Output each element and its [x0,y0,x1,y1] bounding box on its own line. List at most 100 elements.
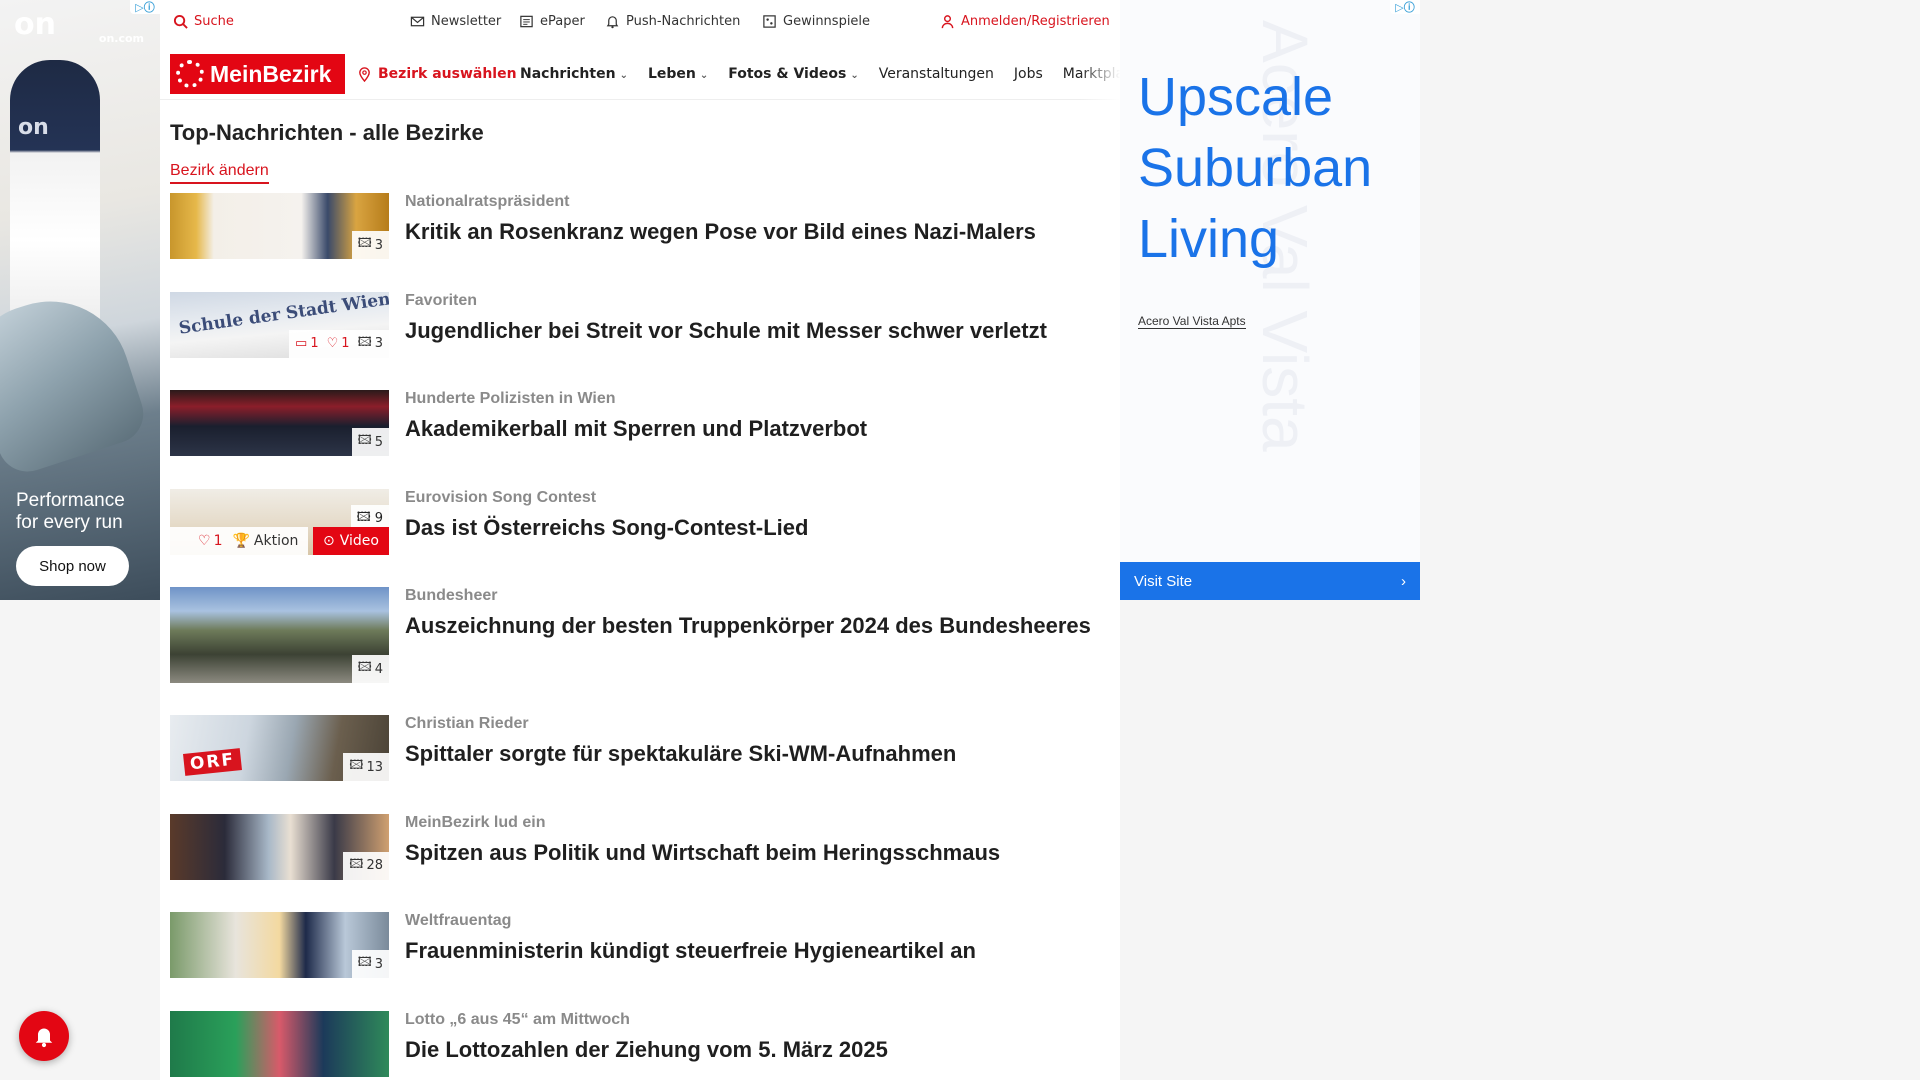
article-item[interactable]: 🖾 4 Bundesheer Auszeichnung der besten Tr… [170,587,1110,715]
gewinnspiele-label: Gewinnspiele [783,14,871,29]
article-text: Lotto „6 aus 45“ am Mittwoch Die Lottoza… [405,1011,1105,1065]
article-thumbnail[interactable]: 🖾 9 ♡ 1 🏆 Aktion ⊙ Video [170,488,389,555]
thumb-meta: 🖾 5 [351,428,389,456]
article-headline[interactable]: Kritik an Rosenkranz wegen Pose vor Bild… [405,217,1105,247]
ad-shoe-graphic [0,280,152,480]
nav-jobs[interactable]: Jobs [1014,66,1043,82]
article-headline[interactable]: Akademikerball mit Sperren und Platzverb… [405,414,1105,444]
article-thumbnail[interactable]: 🖾 5 [170,390,389,456]
article-thumbnail[interactable]: Schule der Stadt Wien ▭ 1 ♡ 1 🖾 3 [170,291,389,358]
photo-count: 🖾 13 [349,756,383,778]
newsletter-label: Newsletter [431,14,502,29]
article-thumbnail[interactable]: 🖾 3 [170,193,389,259]
comment-count: ▭ 1 [295,336,319,351]
ad-left-skyscraper[interactable]: on on.com on Performance for every run S… [0,0,160,600]
newsletter-link[interactable]: Newsletter [410,14,501,29]
gewinnspiele-link[interactable]: Gewinnspiele [762,14,870,29]
nav-fotos-videos[interactable]: Fotos & Videos ⌄ [728,66,858,82]
ad-advertiser-link[interactable]: Acero Val Vista Apts [1138,314,1246,329]
article-text: MeinBezirk lud ein Spitzen aus Politik u… [405,814,1105,868]
article-thumbnail[interactable]: ORF 🖾 13 [170,715,389,781]
nav-leben[interactable]: Leben ⌄ [648,66,708,82]
user-icon [940,14,955,29]
article-thumbnail[interactable]: 🖾 28 [170,813,389,880]
article-text: Bundesheer Auszeichnung der besten Trupp… [405,587,1105,641]
epaper-link[interactable]: ePaper [519,14,585,29]
thumb-meta: 🖾 4 [351,655,389,683]
notification-bell-button[interactable] [19,1011,69,1061]
article-item[interactable]: 🖾 3 Weltfrauentag Frauenministerin kündig… [170,912,1110,1011]
heart-icon: ♡ [198,532,211,549]
chevron-down-icon: ⌄ [850,70,859,81]
bezirk-change-link[interactable]: Bezirk ändern [170,162,269,184]
ad-brand-logo: on [14,7,56,42]
photo-count: 🖾 4 [358,658,383,680]
camera-icon: 🖾 [357,334,372,350]
article-item[interactable]: 🖾 3 Nationalratspräsident Kritik an Rosen… [170,193,1110,292]
nav-nachrichten[interactable]: Nachrichten ⌄ [520,66,628,82]
comment-count-value: 1 [310,336,319,351]
photo-count-value: 3 [374,956,383,972]
article-kicker: Lotto „6 aus 45“ am Mittwoch [405,1010,630,1028]
article-headline[interactable]: Spitzen aus Politik und Wirtschaft beim … [405,838,1105,868]
article-headline[interactable]: Die Lottozahlen der Ziehung vom 5. März … [405,1035,1105,1065]
ad-visit-site-button[interactable]: Visit Site › [1120,562,1420,600]
article-headline[interactable]: Das ist Österreichs Song-Contest-Lied [405,513,1105,543]
article-item[interactable]: 🖾 5 Hunderte Polizisten in Wien Akademike… [170,390,1110,489]
brand-logo[interactable]: MeinBezirk [170,54,345,94]
photo-count: 🖾 28 [349,855,383,877]
article-headline[interactable]: Spittaler sorgte für spektakuläre Ski-WM… [405,739,1105,769]
photo-count-value: 3 [374,336,383,351]
search-link[interactable]: Suche [173,14,234,29]
like-count: ♡ 1 [327,336,350,351]
article-kicker: Bundesheer [405,587,498,604]
push-notifications-link[interactable]: Push-Nachrichten [605,14,740,29]
article-kicker: MeinBezirk lud ein [405,813,546,831]
bell-icon [605,14,620,29]
camera-icon: 🖾 [357,236,372,251]
article-text: Favoriten Jugendlicher bei Streit vor Sc… [405,292,1105,346]
ad-tagline-line1: Performance [16,490,125,511]
video-label: Video [339,532,379,549]
like-count-value: 1 [341,336,350,351]
ad-tagline-line2: for every run [16,512,123,533]
article-headline[interactable]: Auszeichnung der besten Truppenkörper 20… [405,611,1105,641]
camera-icon: 🖾 [349,856,364,872]
play-icon: ⊙ [323,532,335,549]
article-headline[interactable]: Frauenministerin kündigt steuerfreie Hyg… [405,936,1105,966]
article-item[interactable]: Schule der Stadt Wien ▭ 1 ♡ 1 🖾 3 Favoriten… [170,291,1110,391]
push-label: Push-Nachrichten [626,14,741,29]
article-thumbnail[interactable] [170,1010,389,1077]
adchoices-icon[interactable]: ▷ⓘ [1390,0,1420,14]
article-text: Hunderte Polizisten in Wien Akademikerba… [405,390,1105,444]
top-utility-bar: Suche Newsletter ePaper Push-Nachrichten… [160,0,1120,46]
main-content: Suche Newsletter ePaper Push-Nachrichten… [160,0,1137,1080]
article-item[interactable]: 🖾 9 ♡ 1 🏆 Aktion ⊙ Video Eurovision Song Con… [170,488,1110,588]
article-headline[interactable]: Jugendlicher bei Streit vor Schule mit M… [405,316,1105,346]
action-label: Aktion [253,532,299,549]
article-text: Nationalratspräsident Kritik an Rosenkra… [405,193,1105,247]
nav-veranstaltungen[interactable]: Veranstaltungen [879,66,994,82]
ad-headline-line1: Upscale [1138,67,1334,127]
camera-icon: 🖾 [357,955,372,970]
article-thumbnail[interactable]: 🖾 4 [170,587,389,683]
adchoices-icon[interactable]: ▷ⓘ [130,0,160,14]
photo-count: 🖾 3 [358,234,383,256]
article-item[interactable]: Lotto „6 aus 45“ am Mittwoch Die Lottoza… [170,1010,1110,1080]
article-kicker: Weltfrauentag [405,912,512,929]
article-item[interactable]: ORF 🖾 13 Christian Rieder Spittaler sorgt… [170,715,1110,814]
login-link[interactable]: Anmelden/Registrieren [940,14,1110,29]
newspaper-icon [519,14,534,29]
article-item[interactable]: 🖾 28 MeinBezirk lud ein Spitzen aus Polit… [170,813,1110,913]
ad-shop-now-button[interactable]: Shop now [16,546,129,586]
sign-text: ORF [183,748,243,776]
brand-name: MeinBezirk [210,60,332,87]
ad-right-rectangle[interactable]: Acero Val Vista Upscale Suburban Living … [1120,0,1420,600]
heart-icon: ♡ [326,336,339,351]
bezirk-select-button[interactable]: Bezirk auswählen [357,66,517,82]
video-badge[interactable]: ⊙ Video [313,526,389,555]
article-kicker: Nationalratspräsident [405,193,570,210]
article-thumbnail[interactable]: 🖾 3 [170,912,389,978]
like-count: ♡ 1 [198,533,222,549]
camera-icon: 🖾 [357,433,372,448]
